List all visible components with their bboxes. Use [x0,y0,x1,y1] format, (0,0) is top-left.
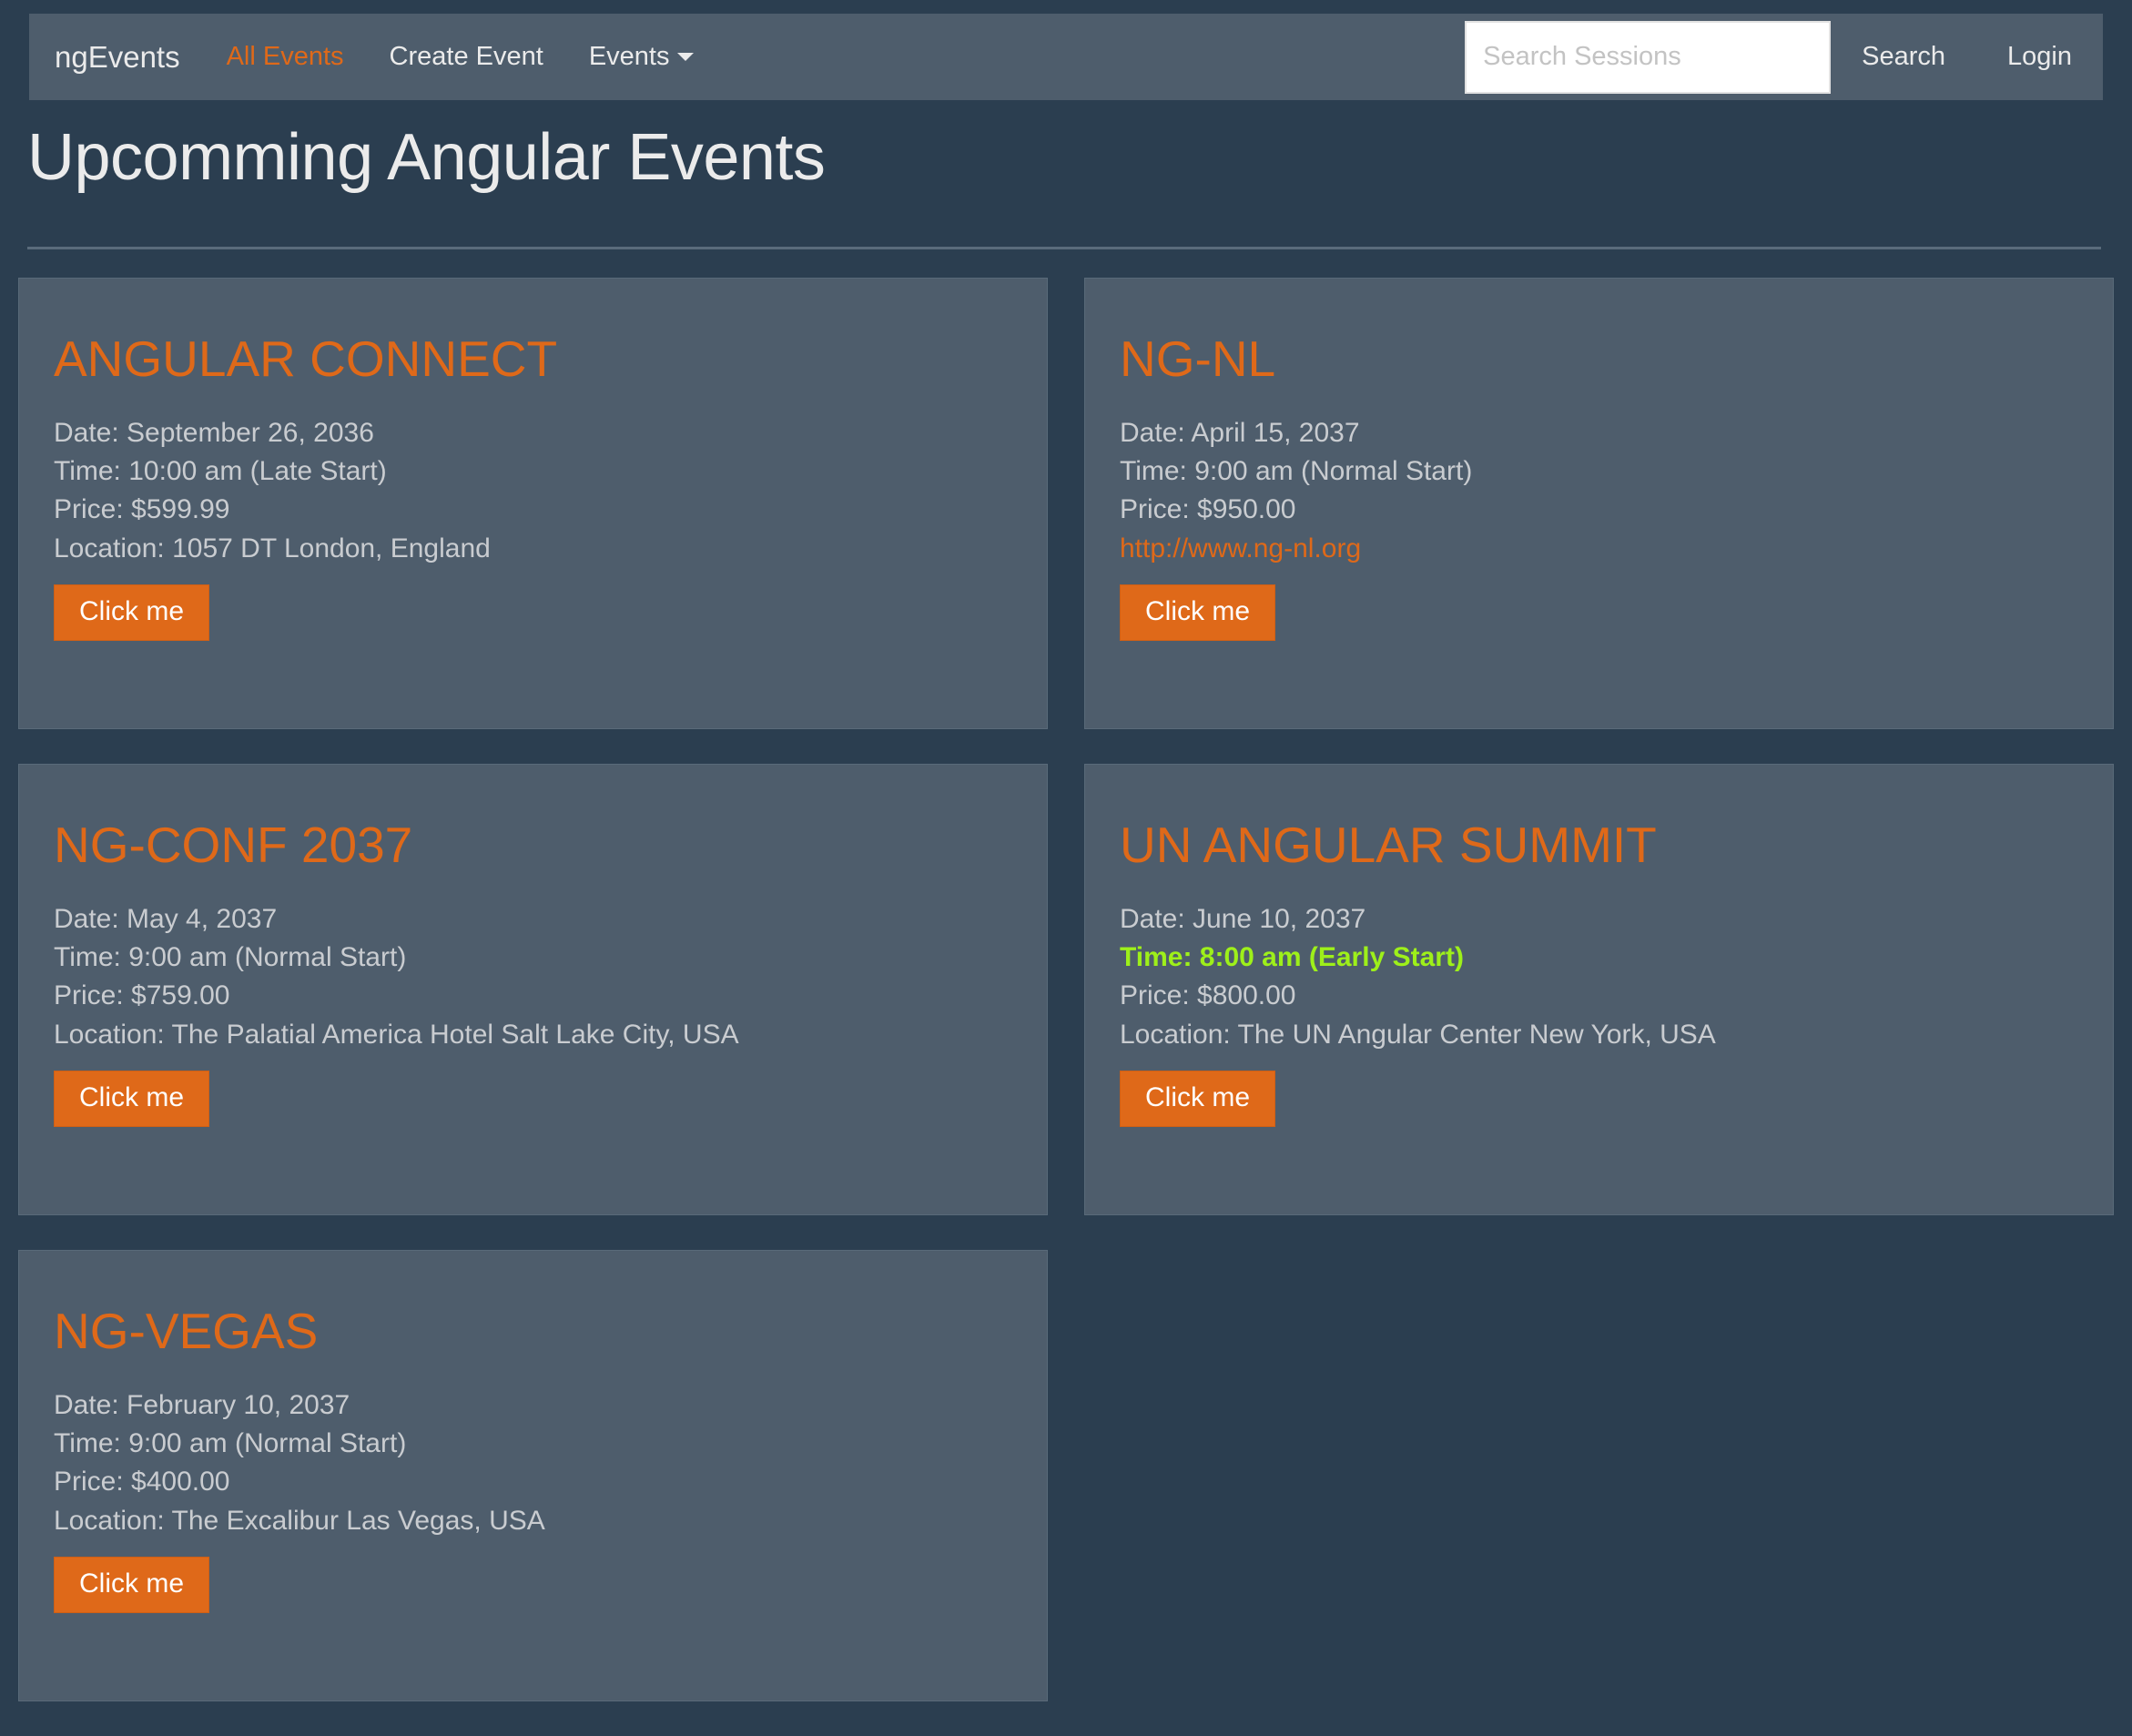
login-link[interactable]: Login [1976,14,2103,100]
event-website-link[interactable]: http://www.ng-nl.org [1120,532,2078,566]
event-time: Time: 10:00 am (Late Start) [54,455,387,486]
navbar-left-group: ngEvents All Events Create Event Events [29,14,716,100]
event-price: Price: $400.00 [54,1467,230,1497]
event-card-column: NG-CONF 2037 Date: May 4, 2037 Time: 9:00 … [0,764,1066,1215]
brand-logo[interactable]: ngEvents [29,14,204,100]
event-card-title: NG-VEGAS [54,1303,319,1359]
nav-item-create-event-label: Create Event [389,42,543,71]
main-navbar: ngEvents All Events Create Event Events … [29,14,2103,100]
event-card: UN ANGULAR SUMMIT Date: June 10, 2037 Time… [1084,764,2114,1215]
event-card-grid: ANGULAR CONNECT Date: September 26, 2036 T… [0,278,2132,1736]
event-card-title: ANGULAR CONNECT [54,330,558,387]
event-price: Price: $800.00 [1120,980,1296,1011]
event-time: Time: 9:00 am (Normal Start) [54,941,407,972]
event-time: Time: 8:00 am (Early Start) [1120,941,1464,972]
search-input[interactable] [1465,20,1832,94]
event-price: Price: $599.99 [54,494,230,525]
event-date: Date: June 10, 2037 [1120,903,1366,934]
nav-item-all-events[interactable]: All Events [204,14,367,100]
event-card-column: UN ANGULAR SUMMIT Date: June 10, 2037 Time… [1066,764,2132,1215]
navbar-right-group: Search Login [1465,14,2103,100]
nav-item-events-label: Events [588,42,670,71]
click-me-button[interactable]: Click me [54,1071,210,1128]
event-card-title: UN ANGULAR SUMMIT [1120,817,1657,873]
event-date: Date: April 15, 2037 [1120,417,1360,448]
click-me-button[interactable]: Click me [54,1557,210,1614]
event-card: ANGULAR CONNECT Date: September 26, 2036 T… [18,278,1048,729]
event-date: Date: May 4, 2037 [54,903,278,934]
event-location: Location: The Palatial America Hotel Sal… [54,1019,739,1050]
event-card-title: NG-NL [1120,330,1276,387]
event-price: Price: $950.00 [1120,494,1296,525]
event-location: Location: The UN Angular Center New York… [1120,1019,1716,1050]
event-card: NG-CONF 2037 Date: May 4, 2037 Time: 9:00 … [18,764,1048,1215]
nav-item-all-events-label: All Events [226,42,344,71]
event-card-column: ANGULAR CONNECT Date: September 26, 2036 T… [0,278,1066,729]
search-button[interactable]: Search [1831,14,1976,100]
event-card: NG-VEGAS Date: February 10, 2037 Time: 9:0… [18,1250,1048,1701]
event-card: NG-NL Date: April 15, 2037 Time: 9:00 am (… [1084,278,2114,729]
page-title: Upcomming Angular Events [27,121,826,194]
event-location: Location: 1057 DT London, England [54,533,491,563]
search-form [1465,14,1832,100]
title-divider [27,247,2101,249]
chevron-down-icon [677,53,695,61]
event-location: Location: The Excalibur Las Vegas, USA [54,1505,545,1536]
click-me-button[interactable]: Click me [54,584,210,642]
event-card-column: NG-VEGAS Date: February 10, 2037 Time: 9:0… [0,1250,1066,1701]
click-me-button[interactable]: Click me [1120,584,1276,642]
event-date: Date: September 26, 2036 [54,417,374,448]
event-price: Price: $759.00 [54,980,230,1011]
event-date: Date: February 10, 2037 [54,1389,350,1420]
event-card-title: NG-CONF 2037 [54,817,413,873]
event-card-column: NG-NL Date: April 15, 2037 Time: 9:00 am (… [1066,278,2132,729]
click-me-button[interactable]: Click me [1120,1071,1276,1128]
event-time: Time: 9:00 am (Normal Start) [54,1427,407,1458]
nav-item-events-dropdown[interactable]: Events [566,14,717,100]
event-time: Time: 9:00 am (Normal Start) [1120,455,1473,486]
nav-item-create-event[interactable]: Create Event [367,14,566,100]
